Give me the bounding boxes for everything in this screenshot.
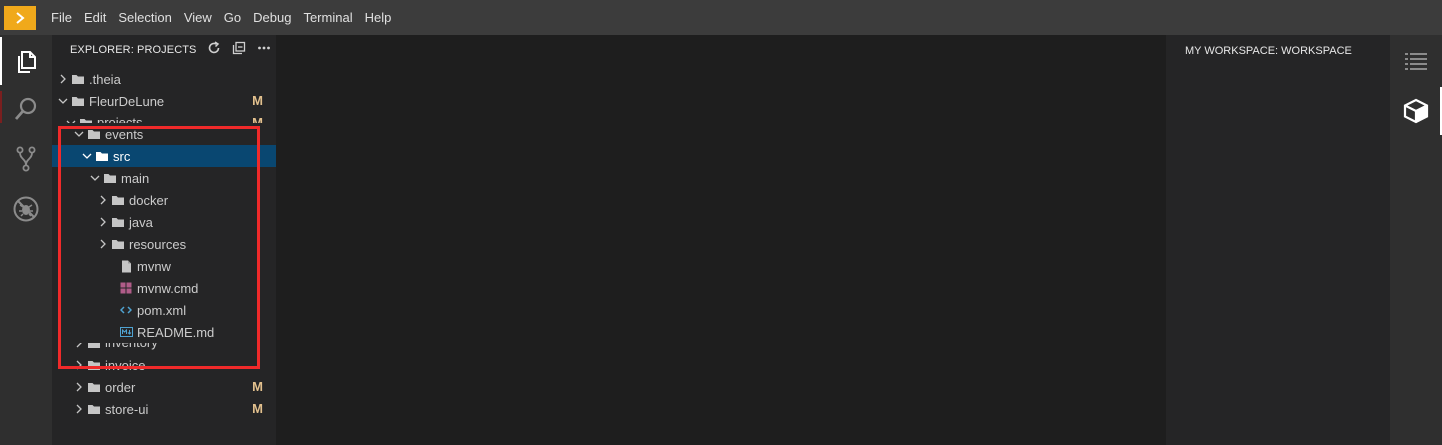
tree-item-label: java <box>129 214 153 230</box>
folder-icon <box>78 112 94 123</box>
source-control-icon[interactable] <box>0 135 52 183</box>
tree-item-label: events <box>105 126 144 142</box>
menu-terminal[interactable]: Terminal <box>297 0 358 35</box>
tree-item-src[interactable]: src <box>52 145 276 167</box>
workspace-panel: MY WORKSPACE: WORKSPACE <box>1166 35 1390 445</box>
explorer-icon[interactable] <box>0 37 52 85</box>
folder-icon <box>102 167 118 189</box>
folder-icon <box>86 123 102 145</box>
folder-icon <box>86 376 102 398</box>
chevron-down-icon <box>64 112 78 123</box>
chevron-right-icon <box>96 189 110 211</box>
chevron-right-icon <box>72 354 86 376</box>
workspace-cube-icon[interactable] <box>1390 87 1442 135</box>
folder-icon <box>70 68 86 90</box>
tree-item-mvnw-cmd[interactable]: mvnw.cmd <box>52 277 276 299</box>
tree-item-order[interactable]: order M <box>52 376 276 398</box>
modified-badge: M <box>252 379 263 394</box>
tree-item-label: FleurDeLune <box>89 93 165 109</box>
tree-item-label: resources <box>129 236 187 252</box>
workspace-panel-title: MY WORKSPACE: WORKSPACE <box>1185 45 1352 57</box>
markdown-icon <box>118 321 134 343</box>
tree-item-resources[interactable]: resources <box>52 233 276 255</box>
folder-icon <box>86 354 102 376</box>
chevron-down-icon <box>56 90 70 112</box>
tree-item-label: src <box>113 148 131 164</box>
chevron-right-icon <box>72 376 86 398</box>
modified-badge: M <box>252 401 263 416</box>
menu-bar: File Edit Selection View Go Debug Termin… <box>0 0 1442 35</box>
chevron-right-icon <box>96 211 110 233</box>
menu-go[interactable]: Go <box>218 0 247 35</box>
explorer-header: EXPLORER: PROJECTS <box>52 35 276 65</box>
ide-window: File Edit Selection View Go Debug Termin… <box>0 0 1442 445</box>
editor-area[interactable] <box>276 35 1166 445</box>
file-icon <box>118 255 134 277</box>
modified-badge: M <box>252 115 263 123</box>
chevron-down-icon <box>88 167 102 189</box>
chevron-right-icon <box>56 68 70 90</box>
tree-item-label: main <box>121 170 150 186</box>
menu-selection[interactable]: Selection <box>112 0 177 35</box>
chevron-right-icon <box>96 233 110 255</box>
folder-icon <box>70 90 86 112</box>
tree-item-pom-xml[interactable]: pom.xml <box>52 299 276 321</box>
menu-help[interactable]: Help <box>359 0 398 35</box>
tree-item-label: mvnw.cmd <box>137 280 199 296</box>
folder-icon <box>94 145 110 167</box>
collapse-all-icon[interactable] <box>232 41 246 60</box>
tree-item-mvnw[interactable]: mvnw <box>52 255 276 277</box>
menu-debug[interactable]: Debug <box>247 0 297 35</box>
tree-item-label: store-ui <box>105 401 149 417</box>
tree-item-java[interactable]: java <box>52 211 276 233</box>
folder-icon <box>110 189 126 211</box>
menu-file[interactable]: File <box>45 0 78 35</box>
tree-item-theia[interactable]: .theia <box>52 68 276 90</box>
tree-item-events[interactable]: events <box>52 123 276 145</box>
tree-item-label: projects <box>97 115 143 123</box>
chevron-down-icon <box>72 123 86 145</box>
tree-item-projects[interactable]: projects M <box>52 112 276 123</box>
folder-icon <box>86 398 102 420</box>
chevron-right-icon <box>72 398 86 420</box>
chevron-right-icon <box>72 343 86 354</box>
tree-item-store-ui[interactable]: store-ui M <box>52 398 276 420</box>
tree-item-fleurdelune[interactable]: FleurDeLune M <box>52 90 276 112</box>
folder-icon <box>86 343 102 354</box>
tree-item-readme-md[interactable]: README.md <box>52 321 276 343</box>
outline-icon[interactable] <box>1390 37 1442 85</box>
windows-cmd-icon <box>118 277 134 299</box>
modified-badge: M <box>252 93 263 108</box>
activity-bar <box>0 35 52 445</box>
tree-item-invoice[interactable]: invoice <box>52 354 276 376</box>
tree-item-main[interactable]: main <box>52 167 276 189</box>
theia-logo-icon[interactable] <box>4 5 36 30</box>
folder-icon <box>110 233 126 255</box>
file-tree: .theia FleurDeLune M projects M events s… <box>52 68 276 420</box>
tree-item-label: inventory <box>105 343 158 354</box>
tree-item-label: docker <box>129 192 169 208</box>
menu-edit[interactable]: Edit <box>78 0 112 35</box>
explorer-panel: EXPLORER: PROJECTS .theia FleurDeLune M … <box>52 35 276 445</box>
tree-item-label: mvnw <box>137 258 171 274</box>
search-icon[interactable] <box>0 85 52 133</box>
menu-view[interactable]: View <box>178 0 218 35</box>
debug-icon[interactable] <box>0 185 52 233</box>
tree-item-label: .theia <box>89 71 121 87</box>
tree-item-docker[interactable]: docker <box>52 189 276 211</box>
explorer-title: EXPLORER: PROJECTS <box>70 44 197 56</box>
tree-item-label: pom.xml <box>137 302 187 318</box>
right-activity-bar <box>1390 35 1442 445</box>
folder-icon <box>110 211 126 233</box>
xml-code-icon <box>118 299 134 321</box>
tree-item-inventory[interactable]: inventory <box>52 343 276 354</box>
tree-item-label: invoice <box>105 357 146 373</box>
tree-item-label: README.md <box>137 324 215 340</box>
more-icon[interactable] <box>257 41 271 60</box>
tree-item-label: order <box>105 379 136 395</box>
chevron-down-icon <box>80 145 94 167</box>
refresh-icon[interactable] <box>207 40 221 60</box>
